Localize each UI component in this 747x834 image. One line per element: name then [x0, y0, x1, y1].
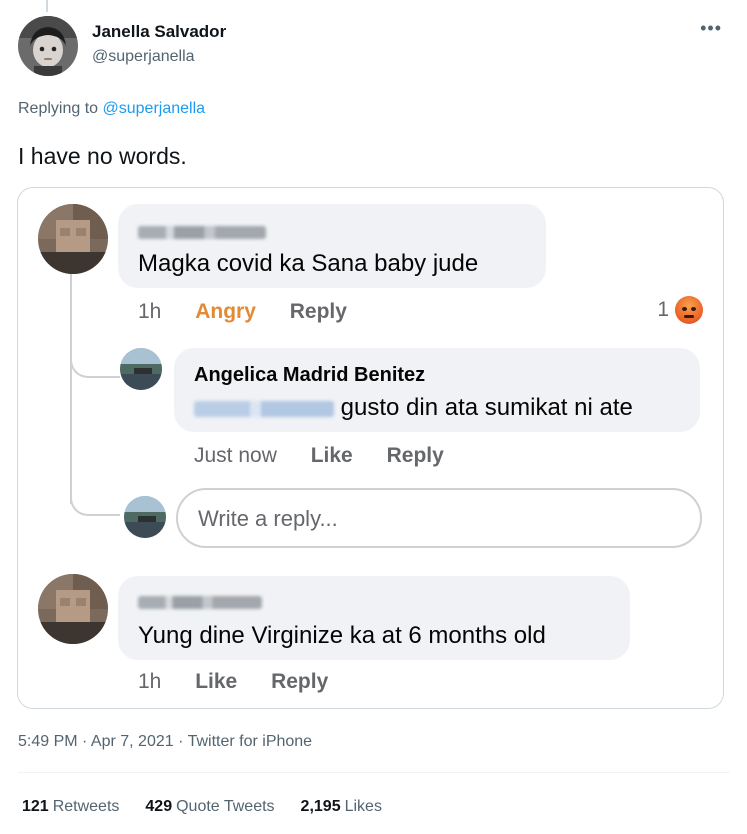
likes-stat[interactable]: 2,195 Likes — [301, 798, 382, 816]
reaction-count[interactable]: 1 — [657, 296, 703, 324]
quote-tweets-label: Quote Tweets — [176, 798, 275, 815]
reply-bubble: Angelica Madrid Benitez gusto din ata su… — [174, 348, 700, 432]
quote-tweets-count: 429 — [145, 798, 173, 815]
thread-curve — [70, 326, 120, 378]
comment-text: Magka covid ka Sana baby jude — [138, 250, 479, 277]
comment-time: 1h — [138, 300, 162, 323]
author-avatar[interactable] — [18, 16, 78, 76]
author-name[interactable]: Janella Salvador — [92, 22, 226, 42]
comment-time: 1h — [138, 670, 162, 693]
replier-avatar[interactable] — [120, 348, 162, 390]
replying-handle-link[interactable]: @superjanella — [103, 100, 206, 117]
replying-prefix: Replying to — [18, 100, 99, 117]
write-reply-input[interactable]: Write a reply... — [176, 488, 702, 548]
thread-connector-line — [46, 0, 48, 12]
likes-label: Likes — [344, 798, 382, 815]
comment-bubble: Magka covid ka Sana baby jude — [118, 204, 546, 288]
reply-button[interactable]: Reply — [387, 444, 444, 467]
commenter-name-redacted — [138, 226, 266, 244]
commenter-avatar[interactable] — [38, 574, 108, 644]
retweets-stat[interactable]: 121 Retweets — [22, 798, 119, 816]
retweets-label: Retweets — [52, 798, 120, 815]
reply-text: gusto din ata sumikat ni ate — [340, 394, 633, 421]
author-info: Janella Salvador @superjanella — [92, 22, 226, 66]
comment-actions: 1h Angry Reply — [138, 300, 375, 324]
mention-redacted[interactable] — [194, 394, 334, 421]
comment-actions: 1h Like Reply — [138, 670, 356, 694]
reply-actions: Just now Like Reply — [194, 444, 472, 468]
angry-emoji-icon — [675, 296, 703, 324]
author-handle[interactable]: @superjanella — [92, 48, 226, 66]
embedded-screenshot[interactable]: Magka covid ka Sana baby jude 1h Angry R… — [17, 187, 724, 709]
angry-reaction-button[interactable]: Angry — [195, 300, 256, 323]
comment-bubble: Yung dine Virginize ka at 6 months old — [118, 576, 630, 660]
reply-button[interactable]: Reply — [290, 300, 347, 323]
likes-count: 2,195 — [300, 798, 341, 815]
more-icon[interactable]: ••• — [700, 18, 722, 39]
quote-tweets-stat[interactable]: 429 Quote Tweets — [145, 798, 274, 816]
replying-to: Replying to @superjanella — [18, 100, 205, 118]
thread-curve — [70, 464, 120, 516]
like-button[interactable]: Like — [311, 444, 353, 467]
tweet-stats: 121 Retweets 429 Quote Tweets 2,195 Likes — [22, 798, 382, 816]
commenter-name-redacted — [138, 596, 262, 614]
current-user-avatar[interactable] — [124, 496, 166, 538]
reply-text-row: gusto din ata sumikat ni ate — [194, 394, 633, 422]
write-reply-placeholder: Write a reply... — [198, 506, 338, 531]
tweet-text: I have no words. — [18, 143, 187, 169]
reaction-count-number: 1 — [657, 298, 669, 321]
divider — [18, 772, 730, 773]
reply-time: Just now — [194, 444, 277, 467]
like-button[interactable]: Like — [195, 670, 237, 693]
reply-button[interactable]: Reply — [271, 670, 328, 693]
tweet-timestamp[interactable]: 5:49 PM · Apr 7, 2021 · Twitter for iPho… — [18, 733, 312, 751]
commenter-avatar[interactable] — [38, 204, 108, 274]
retweets-count: 121 — [22, 798, 49, 815]
comment-text: Yung dine Virginize ka at 6 months old — [138, 622, 546, 649]
replier-name[interactable]: Angelica Madrid Benitez — [194, 364, 425, 387]
tweet-header: Janella Salvador @superjanella ••• — [18, 16, 730, 78]
